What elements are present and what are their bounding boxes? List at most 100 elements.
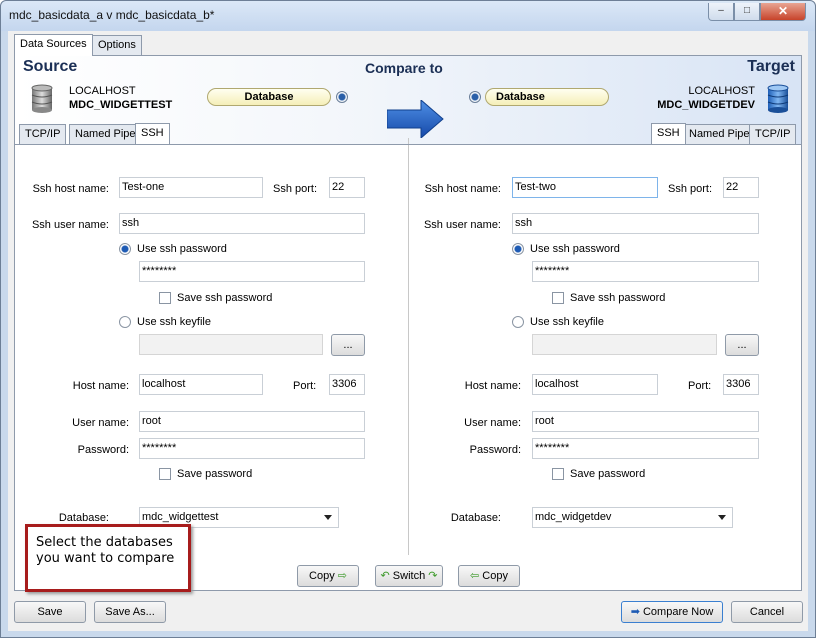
close-button[interactable]: ✕ (760, 3, 806, 21)
save-as-button[interactable]: Save As... (94, 601, 166, 623)
target-db-name: MDC_WIDGETDEV (657, 99, 755, 111)
switch-label: Switch (392, 570, 426, 582)
compare-to-label: Compare to (365, 60, 443, 76)
compare-now-label: Compare Now (642, 606, 714, 618)
source-tab-tcpip[interactable]: TCP/IP (19, 124, 67, 144)
target-ssh-port-label: Ssh port: (668, 183, 713, 195)
source-tab-ssh[interactable]: SSH (135, 123, 170, 144)
target-use-ssh-keyfile-label: Use ssh keyfile (530, 316, 604, 328)
source-host: LOCALHOST (69, 85, 136, 97)
target-ssh-host-input[interactable]: Test-two (512, 177, 658, 198)
target-use-ssh-password-label: Use ssh password (530, 243, 620, 255)
source-user-input[interactable]: root (139, 411, 365, 432)
target-user-label: User name: (464, 417, 521, 429)
target-password-label: Password: (469, 444, 521, 456)
source-ssh-port-label: Ssh port: (273, 183, 318, 195)
data-sources-panel: Source Compare to Target LOCALHOST MDC_W… (14, 55, 802, 591)
title-bar[interactable]: mdc_basicdata_a v mdc_basicdata_b* – □ ✕ (1, 1, 815, 31)
source-use-ssh-password-radio[interactable] (119, 243, 131, 255)
target-host: LOCALHOST (688, 85, 755, 97)
copy-left-label: Copy (482, 570, 508, 582)
source-password-input[interactable]: ******** (139, 438, 365, 459)
tab-data-sources[interactable]: Data Sources (14, 34, 93, 56)
target-ssh-password-input[interactable]: ******** (532, 261, 759, 282)
source-use-ssh-keyfile-radio[interactable] (119, 316, 131, 328)
app-window: mdc_basicdata_a v mdc_basicdata_b* – □ ✕… (0, 0, 816, 638)
compare-arrow-small-icon: ➡ (630, 606, 640, 618)
source-database-value: mdc_widgettest (142, 511, 219, 523)
source-database-icon (31, 84, 53, 113)
maximize-button[interactable]: □ (734, 3, 760, 21)
target-tab-ssh[interactable]: SSH (651, 123, 686, 144)
minimize-button[interactable]: – (708, 3, 734, 21)
target-save-password-checkbox[interactable] (552, 468, 564, 480)
arrow-right-icon: ⇨ (337, 570, 347, 582)
target-save-ssh-password-checkbox[interactable] (552, 292, 564, 304)
source-use-ssh-password-label: Use ssh password (137, 243, 227, 255)
target-save-ssh-password-label: Save ssh password (570, 292, 666, 304)
compare-arrow-icon (387, 100, 444, 138)
source-db-name: MDC_WIDGETTEST (69, 99, 173, 111)
source-title: Source (23, 58, 78, 75)
source-user-label: User name: (72, 417, 129, 429)
target-keyfile-browse-button[interactable]: ... (725, 334, 759, 356)
target-database-icon (767, 84, 789, 113)
target-use-ssh-keyfile-radio[interactable] (512, 316, 524, 328)
target-ssh-host-label: Ssh host name: (424, 183, 501, 195)
center-divider (408, 145, 409, 555)
source-save-ssh-password-label: Save ssh password (177, 292, 273, 304)
source-use-ssh-keyfile-label: Use ssh keyfile (137, 316, 211, 328)
target-password-input[interactable]: ******** (532, 438, 759, 459)
source-keyfile-browse-button[interactable]: ... (331, 334, 365, 356)
target-connector-dot (469, 91, 481, 103)
source-save-password-checkbox[interactable] (159, 468, 171, 480)
target-ssh-user-label: Ssh user name: (423, 219, 501, 231)
target-database-pill[interactable]: Database (485, 88, 609, 106)
client-area: Data Sources Options Source Compare to T… (8, 31, 808, 631)
source-port-input[interactable]: 3306 (329, 374, 365, 395)
target-database-select[interactable]: mdc_widgetdev (532, 507, 733, 528)
source-ssh-user-input[interactable]: ssh (119, 213, 365, 234)
source-port-label: Port: (293, 380, 317, 392)
target-ssh-port-input[interactable]: 22 (723, 177, 759, 198)
copy-right-button[interactable]: Copy ⇨ (297, 565, 359, 587)
arrow-left-icon: ⇦ (470, 570, 480, 582)
source-tab-named-pipe[interactable]: Named Pipe (69, 124, 142, 144)
source-ssh-password-input[interactable]: ******** (139, 261, 365, 282)
target-port-label: Port: (688, 380, 712, 392)
target-ssh-user-input[interactable]: ssh (512, 213, 759, 234)
target-user-input[interactable]: root (532, 411, 759, 432)
tab-options[interactable]: Options (92, 35, 142, 55)
source-ssh-host-input[interactable]: Test-one (119, 177, 263, 198)
source-ssh-user-label: Ssh user name: (31, 219, 109, 231)
source-password-label: Password: (77, 444, 129, 456)
window-title: mdc_basicdata_a v mdc_basicdata_b* (9, 8, 215, 22)
target-keyfile-input[interactable] (532, 334, 717, 355)
save-button[interactable]: Save (14, 601, 86, 623)
source-database-pill[interactable]: Database (207, 88, 331, 106)
target-host-input[interactable]: localhost (532, 374, 658, 395)
target-tab-tcpip[interactable]: TCP/IP (749, 124, 797, 144)
source-save-password-label: Save password (177, 468, 253, 480)
target-use-ssh-password-radio[interactable] (512, 243, 524, 255)
source-connector-dot (336, 91, 348, 103)
target-port-input[interactable]: 3306 (723, 374, 759, 395)
switch-button[interactable]: ↶ Switch ↷ (375, 565, 443, 587)
switch-right-icon: ↷ (428, 570, 438, 582)
target-database-value: mdc_widgetdev (535, 511, 612, 523)
help-callout: Select the databases you want to compare (25, 524, 191, 592)
cancel-button[interactable]: Cancel (731, 601, 803, 623)
target-database-label: Database: (450, 512, 501, 524)
source-keyfile-input[interactable] (139, 334, 323, 355)
target-database-dropdown-icon (718, 515, 726, 520)
compare-now-button[interactable]: ➡ Compare Now (621, 601, 723, 623)
source-database-dropdown-icon (324, 515, 332, 520)
source-ssh-port-input[interactable]: 22 (329, 177, 365, 198)
target-tab-named-pipe[interactable]: Named Pipe (683, 124, 756, 144)
target-title: Target (747, 58, 795, 75)
source-save-ssh-password-checkbox[interactable] (159, 292, 171, 304)
copy-left-button[interactable]: ⇦ Copy (458, 565, 520, 587)
source-host-input[interactable]: localhost (139, 374, 263, 395)
target-host-label: Host name: (464, 380, 521, 392)
source-ssh-host-label: Ssh host name: (32, 183, 109, 195)
